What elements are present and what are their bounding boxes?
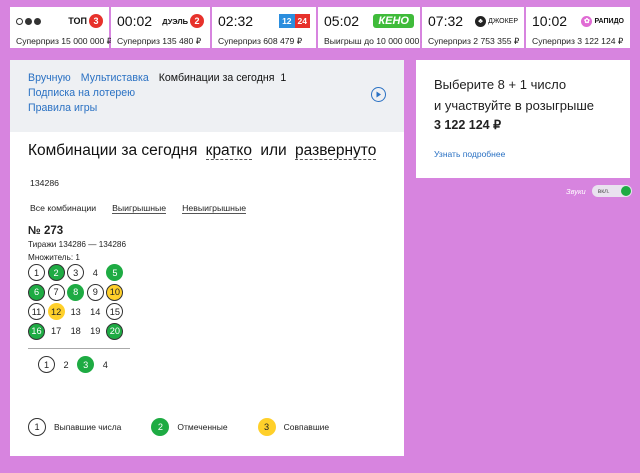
view-full-toggle[interactable]: развернуто: [295, 142, 377, 160]
grid-number: 9: [86, 283, 104, 301]
game-12-24[interactable]: 02:32 12 24 Суперприз 608 479 ₽: [212, 7, 316, 48]
promo-amount: 3 122 124 ₽: [434, 118, 502, 132]
game-prize: Суперприз 15 000 000 ₽: [16, 36, 113, 46]
game-time: 07:32: [428, 13, 464, 29]
grid-number: 11: [28, 303, 45, 321]
rapido-logo: ✿ РАПИДО: [581, 15, 624, 27]
grid-number: 12: [47, 303, 65, 321]
play-icon: [376, 91, 381, 98]
legend-drawn: 1 Выпавшие числа: [28, 418, 121, 436]
grid-number: 1: [28, 264, 45, 281]
grid-number: 2: [47, 264, 65, 281]
game-keno[interactable]: 05:02 КЕНО Выигрыш до 10 000 000 ₽: [318, 7, 428, 48]
nav-today-current: Комбинации за сегодня 1: [158, 72, 287, 84]
legend: 1 Выпавшие числа 2 Отмеченные 3 Совпавши…: [28, 418, 359, 436]
bonus-number: 2: [63, 359, 69, 370]
grid-number: 3: [67, 264, 85, 281]
grid-number: 5: [106, 264, 124, 281]
filter-won[interactable]: Выигрышные: [112, 203, 167, 214]
grid-number: 10: [106, 283, 124, 301]
game-duel[interactable]: 00:02 ДУЭЛЬ 2 Суперприз 135 480 ₽: [111, 7, 210, 48]
grid-divider: [28, 348, 130, 349]
legend-marked: 2 Отмеченные: [151, 418, 228, 436]
legend-matched: 3 Совпавшие: [257, 418, 329, 436]
grid-number: 8: [67, 283, 85, 301]
nav-multi-link[interactable]: Мультиставка: [81, 72, 149, 87]
ticket-number: № 273: [28, 225, 64, 237]
game-prize: Суперприз 608 479 ₽: [218, 36, 303, 46]
joker-logo: ♣ ДЖОКЕР: [475, 15, 518, 27]
balls-icon: [16, 17, 41, 25]
game-prize: Суперприз 2 753 355 ₽: [428, 36, 520, 46]
game-prize: Суперприз 135 480 ₽: [117, 36, 202, 46]
game-rapido[interactable]: 10:02 ✿ РАПИДО Суперприз 3 122 124 ₽: [526, 7, 630, 48]
ticket-multiplier: Множитель: 1: [28, 253, 80, 262]
nav-manual-link[interactable]: Вручную: [28, 72, 71, 87]
ticket-draws: Тиражи 134286 — 134286: [28, 240, 127, 249]
12-24-logo: 12 24: [279, 14, 310, 28]
grid-number: 6: [28, 283, 45, 301]
grid-number: 19: [90, 326, 101, 337]
promo-line2: и участвуйте в розыгрыше: [434, 98, 594, 113]
game-time: 05:02: [324, 13, 360, 29]
sound-label: Звуки: [566, 186, 586, 196]
game-joker[interactable]: 07:32 ♣ ДЖОКЕР Суперприз 2 753 355 ₽: [422, 7, 524, 48]
duel-logo: ДУЭЛЬ 2: [162, 14, 204, 28]
bonus-number: 4: [102, 359, 108, 370]
sound-state: вкл.: [597, 187, 610, 195]
bonus-numbers: 1234: [38, 356, 114, 373]
filter-tabs: Все комбинации Выигрышные Невыигрышные: [30, 203, 247, 214]
toggle-knob: [620, 186, 631, 196]
grid-number: 14: [90, 306, 101, 317]
game-nav: Вручную Мультиставка Комбинации за сегод…: [10, 60, 404, 132]
grid-number: 20: [106, 322, 124, 340]
grid-number: 15: [106, 303, 124, 321]
filter-all[interactable]: Все комбинации: [30, 203, 96, 214]
sound-toggle[interactable]: вкл.: [591, 185, 632, 197]
ticket-info: Тиражи 134286 — 134286 Множитель: 1: [28, 238, 126, 264]
nav-rules-link[interactable]: Правила игры: [28, 102, 97, 117]
nav-subscribe-link[interactable]: Подписка на лотерею: [28, 87, 135, 102]
bonus-number: 1: [38, 356, 55, 373]
game-time: 00:02: [117, 13, 153, 29]
top3-logo: ТОП 3: [68, 14, 103, 28]
game-time: 10:02: [532, 13, 568, 29]
grid-number: 16: [28, 322, 45, 340]
grid-number: 7: [47, 283, 65, 301]
play-button[interactable]: [371, 87, 386, 102]
draw-code: 134286: [30, 178, 59, 188]
game-prize: Суперприз 3 122 124 ₽: [532, 36, 624, 46]
game-prize: Выигрыш до 10 000 000 ₽: [324, 36, 428, 46]
bonus-number: 3: [77, 356, 95, 373]
promo-card: Выберите 8 + 1 число и участвуйте в розы…: [416, 60, 630, 178]
game-time: 02:32: [218, 13, 254, 29]
filter-lost[interactable]: Невыигрышные: [182, 203, 247, 214]
promo-line1: Выберите 8 + 1 число: [434, 77, 567, 92]
learn-more-link[interactable]: Узнать подробнее: [434, 149, 505, 159]
view-brief-toggle[interactable]: кратко: [205, 142, 253, 160]
grid-number: 4: [92, 267, 98, 278]
combinations-card: Вручную Мультиставка Комбинации за сегод…: [10, 60, 404, 456]
game-top3[interactable]: ТОП 3 Суперприз 15 000 000 ₽: [10, 7, 113, 48]
number-grid: 1 2 3 4 5 6 7 8 9 10 11 12 13 14 15 16 17 18 19 20: [28, 264, 130, 349]
sound-control: Звуки вкл.: [566, 185, 632, 197]
lottery-bar: ТОП 3 Суперприз 15 000 000 ₽ 00:02 ДУЭЛЬ…: [10, 7, 630, 48]
page-title: Комбинации за сегодня кратко или разверн…: [28, 142, 377, 160]
grid-number: 17: [50, 326, 62, 337]
grid-number: 13: [70, 306, 81, 317]
grid-number: 18: [70, 326, 81, 337]
keno-logo: КЕНО: [373, 14, 414, 28]
